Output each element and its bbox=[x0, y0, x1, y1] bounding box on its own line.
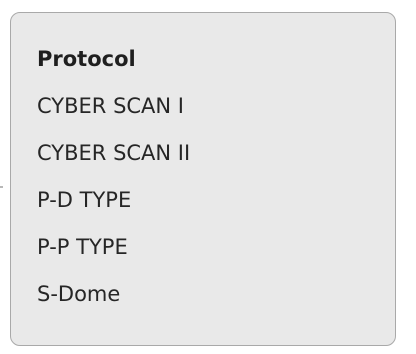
option-cyber-scan-i[interactable]: CYBER SCAN I bbox=[37, 92, 190, 139]
option-p-d-type[interactable]: P-D TYPE bbox=[37, 186, 190, 233]
protocol-header: Protocol bbox=[37, 47, 136, 71]
option-cyber-scan-ii[interactable]: CYBER SCAN II bbox=[37, 139, 190, 186]
protocol-option-list: Protocol CYBER SCAN I CYBER SCAN II P-D … bbox=[37, 45, 190, 308]
edge-indicator bbox=[0, 186, 3, 188]
protocol-dropdown-menu: Protocol CYBER SCAN I CYBER SCAN II P-D … bbox=[10, 12, 396, 346]
option-s-dome[interactable]: S-Dome bbox=[37, 280, 190, 308]
option-p-p-type[interactable]: P-P TYPE bbox=[37, 233, 190, 280]
screen: Protocol CYBER SCAN I CYBER SCAN II P-D … bbox=[0, 0, 416, 354]
